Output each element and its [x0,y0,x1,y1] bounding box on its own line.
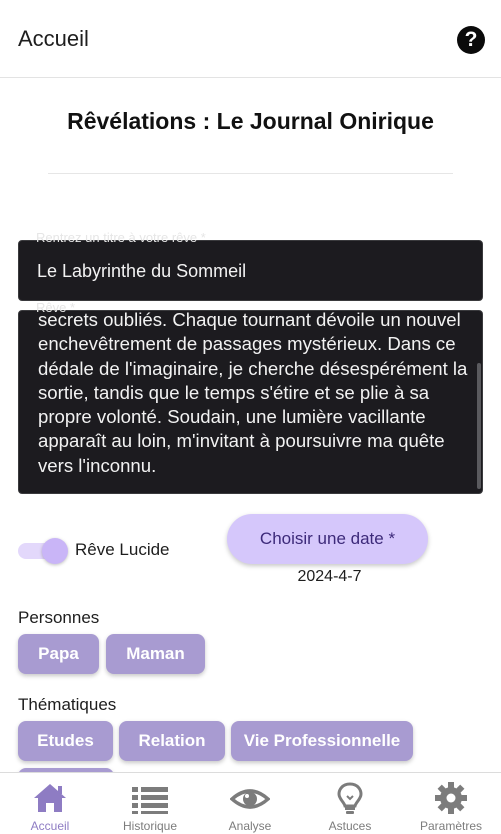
app-root: Accueil ? Rêvélations : Le Journal Oniri… [0,0,501,834]
help-icon[interactable]: ? [457,26,485,54]
nav-label: Historique [122,819,178,833]
dream-title-input[interactable]: Le Labyrinthe du Sommeil [18,240,483,301]
choose-date-button[interactable]: Choisir une date * [227,514,428,564]
nav-label: Accueil [30,819,70,833]
nav-item-astuces[interactable]: Astuces [300,773,400,834]
toggle-thumb [42,538,68,564]
divider [48,173,453,174]
themes-section-label: Thématiques [18,695,117,714]
dream-scrollbar[interactable] [477,363,481,489]
selected-date: 2024-4-7 [297,568,362,585]
theme-chip[interactable]: Etudes [18,721,113,761]
lightbulb-icon [337,782,363,814]
lucid-dream-toggle[interactable] [18,537,70,565]
dream-text-label: Rêve * [36,300,76,315]
lucid-dream-label: Rêve Lucide [75,540,170,559]
dream-text-value: secrets oubliés. Chaque tournant dévoile… [38,310,468,476]
gear-icon [435,782,467,814]
top-app-bar: Accueil ? [0,0,501,78]
nav-item-accueil[interactable]: Accueil [0,773,100,834]
bottom-navigation: Accueil Historique Analyse Astuces Param… [0,772,501,834]
people-section-label: Personnes [18,608,100,627]
page-title: Rêvélations : Le Journal Onirique [67,108,434,134]
person-chip[interactable]: Papa [18,634,99,674]
nav-label: Astuces [328,819,372,833]
nav-label: Analyse [228,819,272,833]
nav-label: Paramètres [419,819,483,833]
eye-icon [230,789,270,809]
nav-item-analyse[interactable]: Analyse [200,773,300,834]
person-chip[interactable]: Maman [106,634,205,674]
dream-text-area[interactable]: secrets oubliés. Chaque tournant dévoile… [18,310,483,494]
nav-item-parametres[interactable]: Paramètres [401,773,501,834]
nav-item-historique[interactable]: Historique [100,773,200,834]
dream-title-value: Le Labyrinthe du Sommeil [37,261,247,281]
theme-chip[interactable]: Relation [119,721,225,761]
dream-title-label: Rentrez un titre à votre rêve * [36,230,206,245]
list-icon [132,787,168,814]
theme-chip[interactable]: Vie Professionnelle [231,721,413,761]
header-title: Accueil [18,26,89,51]
home-icon [34,784,66,812]
